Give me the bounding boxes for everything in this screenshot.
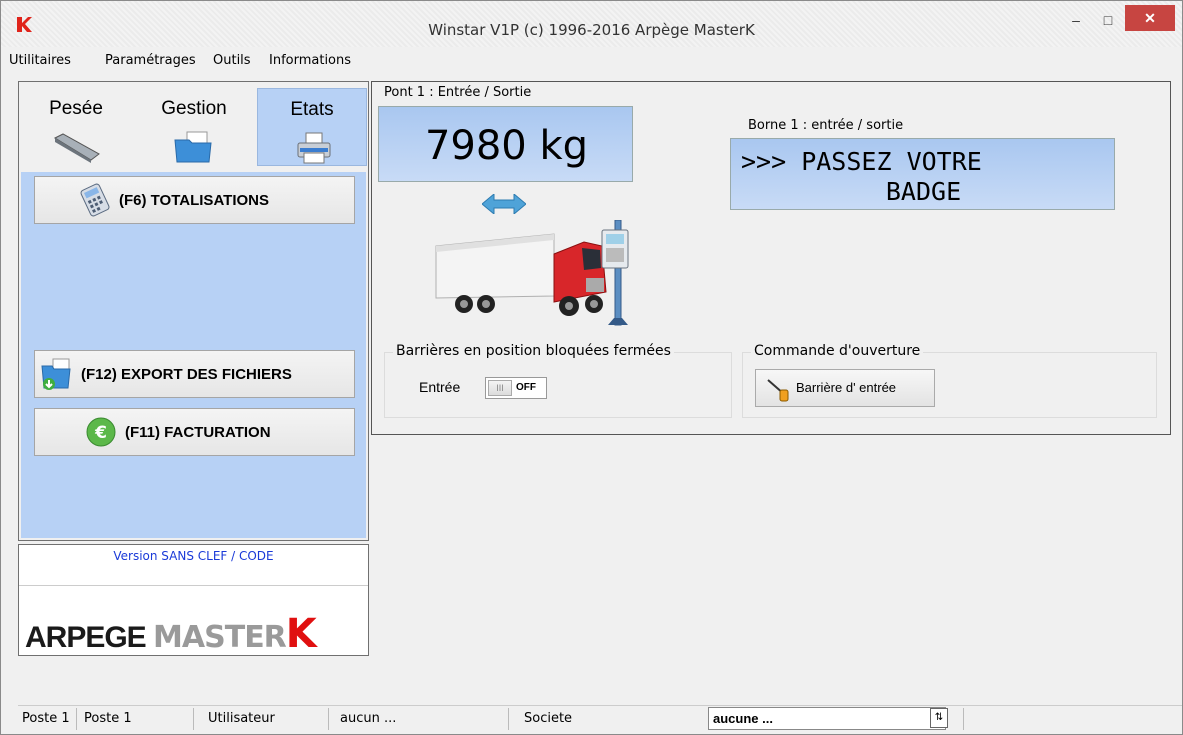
pont-label: Pont 1 : Entrée / Sortie <box>384 85 532 100</box>
toggle-state: OFF <box>516 382 536 393</box>
barrier-status-group: Barrières en position bloquées fermées E… <box>384 343 732 418</box>
scale-icon <box>53 133 100 163</box>
export-folder-icon <box>41 358 71 390</box>
left-navigation-panel: Pesée Gestion Etats (F6) TOTALISATIONS (… <box>18 81 369 541</box>
poste-value: Poste 1 <box>84 711 132 726</box>
app-window: Winstar V1P (c) 1996-2016 Arpège MasterK… <box>0 0 1183 735</box>
printer-icon <box>297 132 331 164</box>
maximize-button[interactable]: □ <box>1093 9 1123 33</box>
borne-display: >>> PASSEZ VOTRE BADGE <box>730 138 1115 210</box>
facturation-label: (F11) FACTURATION <box>125 423 271 441</box>
totalisations-label: (F6) TOTALISATIONS <box>119 191 269 209</box>
sort-toggle-icon[interactable]: ⇅ <box>930 708 948 728</box>
menu-informations[interactable]: Informations <box>269 53 351 68</box>
bidirectional-arrow-icon <box>482 194 526 214</box>
barrier-icon <box>767 379 789 402</box>
weight-display: 7980 kg <box>378 106 633 182</box>
divider <box>328 708 329 730</box>
tab-gestion[interactable]: Gestion <box>139 88 249 166</box>
arpege-masterk-logo: ARPEGE MASTERK <box>25 611 317 657</box>
utilisateur-label: Utilisateur <box>208 711 275 726</box>
menu-parametrages[interactable]: Paramétrages <box>105 53 196 68</box>
truck-icon <box>435 233 607 316</box>
logo-part-master: MASTER <box>153 620 287 655</box>
badge-terminal-icon <box>601 220 629 326</box>
export-label: (F12) EXPORT DES FICHIERS <box>81 365 292 383</box>
divider <box>76 708 77 730</box>
societe-field[interactable]: aucune ... <box>708 707 946 730</box>
facturation-button[interactable]: € (F11) FACTURATION <box>34 408 355 456</box>
poste-label: Poste 1 <box>22 711 70 726</box>
menu-utilitaires[interactable]: Utilitaires <box>9 53 71 68</box>
totalisations-button[interactable]: (F6) TOTALISATIONS <box>34 176 355 224</box>
commande-group-title: Commande d'ouverture <box>751 343 924 359</box>
divider <box>19 585 368 586</box>
tab-label: Etats <box>290 99 334 120</box>
version-text: Version SANS CLEF / CODE <box>113 549 274 563</box>
euro-icon: € <box>86 417 116 447</box>
divider <box>193 708 194 730</box>
weighbridge-panel: Pont 1 : Entrée / Sortie 7980 kg Borne 1… <box>371 81 1171 435</box>
logo-part-arpege: ARPEGE <box>25 621 147 654</box>
svg-text:€: € <box>94 423 107 443</box>
folder-icon <box>174 131 212 163</box>
barriere-entree-button[interactable]: Barrière d' entrée <box>755 369 935 407</box>
title-bar: Winstar V1P (c) 1996-2016 Arpège MasterK… <box>1 1 1182 47</box>
close-button[interactable]: ✕ <box>1125 5 1175 31</box>
entree-label: Entrée <box>419 379 461 395</box>
toggle-knob: III <box>488 380 512 396</box>
status-bar: Poste 1 Poste 1 Utilisateur aucun ... So… <box>18 705 1182 733</box>
tab-etats[interactable]: Etats <box>257 88 367 166</box>
societe-label: Societe <box>524 711 573 726</box>
window-title: Winstar V1P (c) 1996-2016 Arpège MasterK <box>428 21 755 39</box>
etats-content-area: (F6) TOTALISATIONS (F12) EXPORT DES FICH… <box>21 172 366 538</box>
borne-message-line2: BADGE <box>885 177 962 206</box>
tab-label: Pesée <box>49 98 103 119</box>
entree-toggle[interactable]: III OFF <box>485 377 547 399</box>
barrier-group-title: Barrières en position bloquées fermées <box>393 343 674 359</box>
export-fichiers-button[interactable]: (F12) EXPORT DES FICHIERS <box>34 350 355 398</box>
menu-bar: Utilitaires Paramétrages Outils Informat… <box>1 49 1182 73</box>
logo-part-k: K <box>285 611 317 657</box>
menu-outils[interactable]: Outils <box>213 53 251 68</box>
divider <box>963 708 964 730</box>
tab-pesee[interactable]: Pesée <box>21 88 131 166</box>
divider <box>508 708 509 730</box>
minimize-button[interactable]: – <box>1061 9 1091 33</box>
utilisateur-value: aucun ... <box>340 711 397 726</box>
borne-label: Borne 1 : entrée / sortie <box>748 118 904 133</box>
version-box: Version SANS CLEF / CODE ARPEGE MASTERK <box>18 544 369 657</box>
barriere-entree-label: Barrière d' entrée <box>796 380 897 395</box>
commande-ouverture-group: Commande d'ouverture Barrière d' entrée <box>742 343 1157 418</box>
weight-value: 7980 kg <box>424 123 589 169</box>
tab-label: Gestion <box>161 98 227 119</box>
borne-message-line1: >>> PASSEZ VOTRE <box>741 147 982 176</box>
calculator-icon <box>80 183 110 217</box>
